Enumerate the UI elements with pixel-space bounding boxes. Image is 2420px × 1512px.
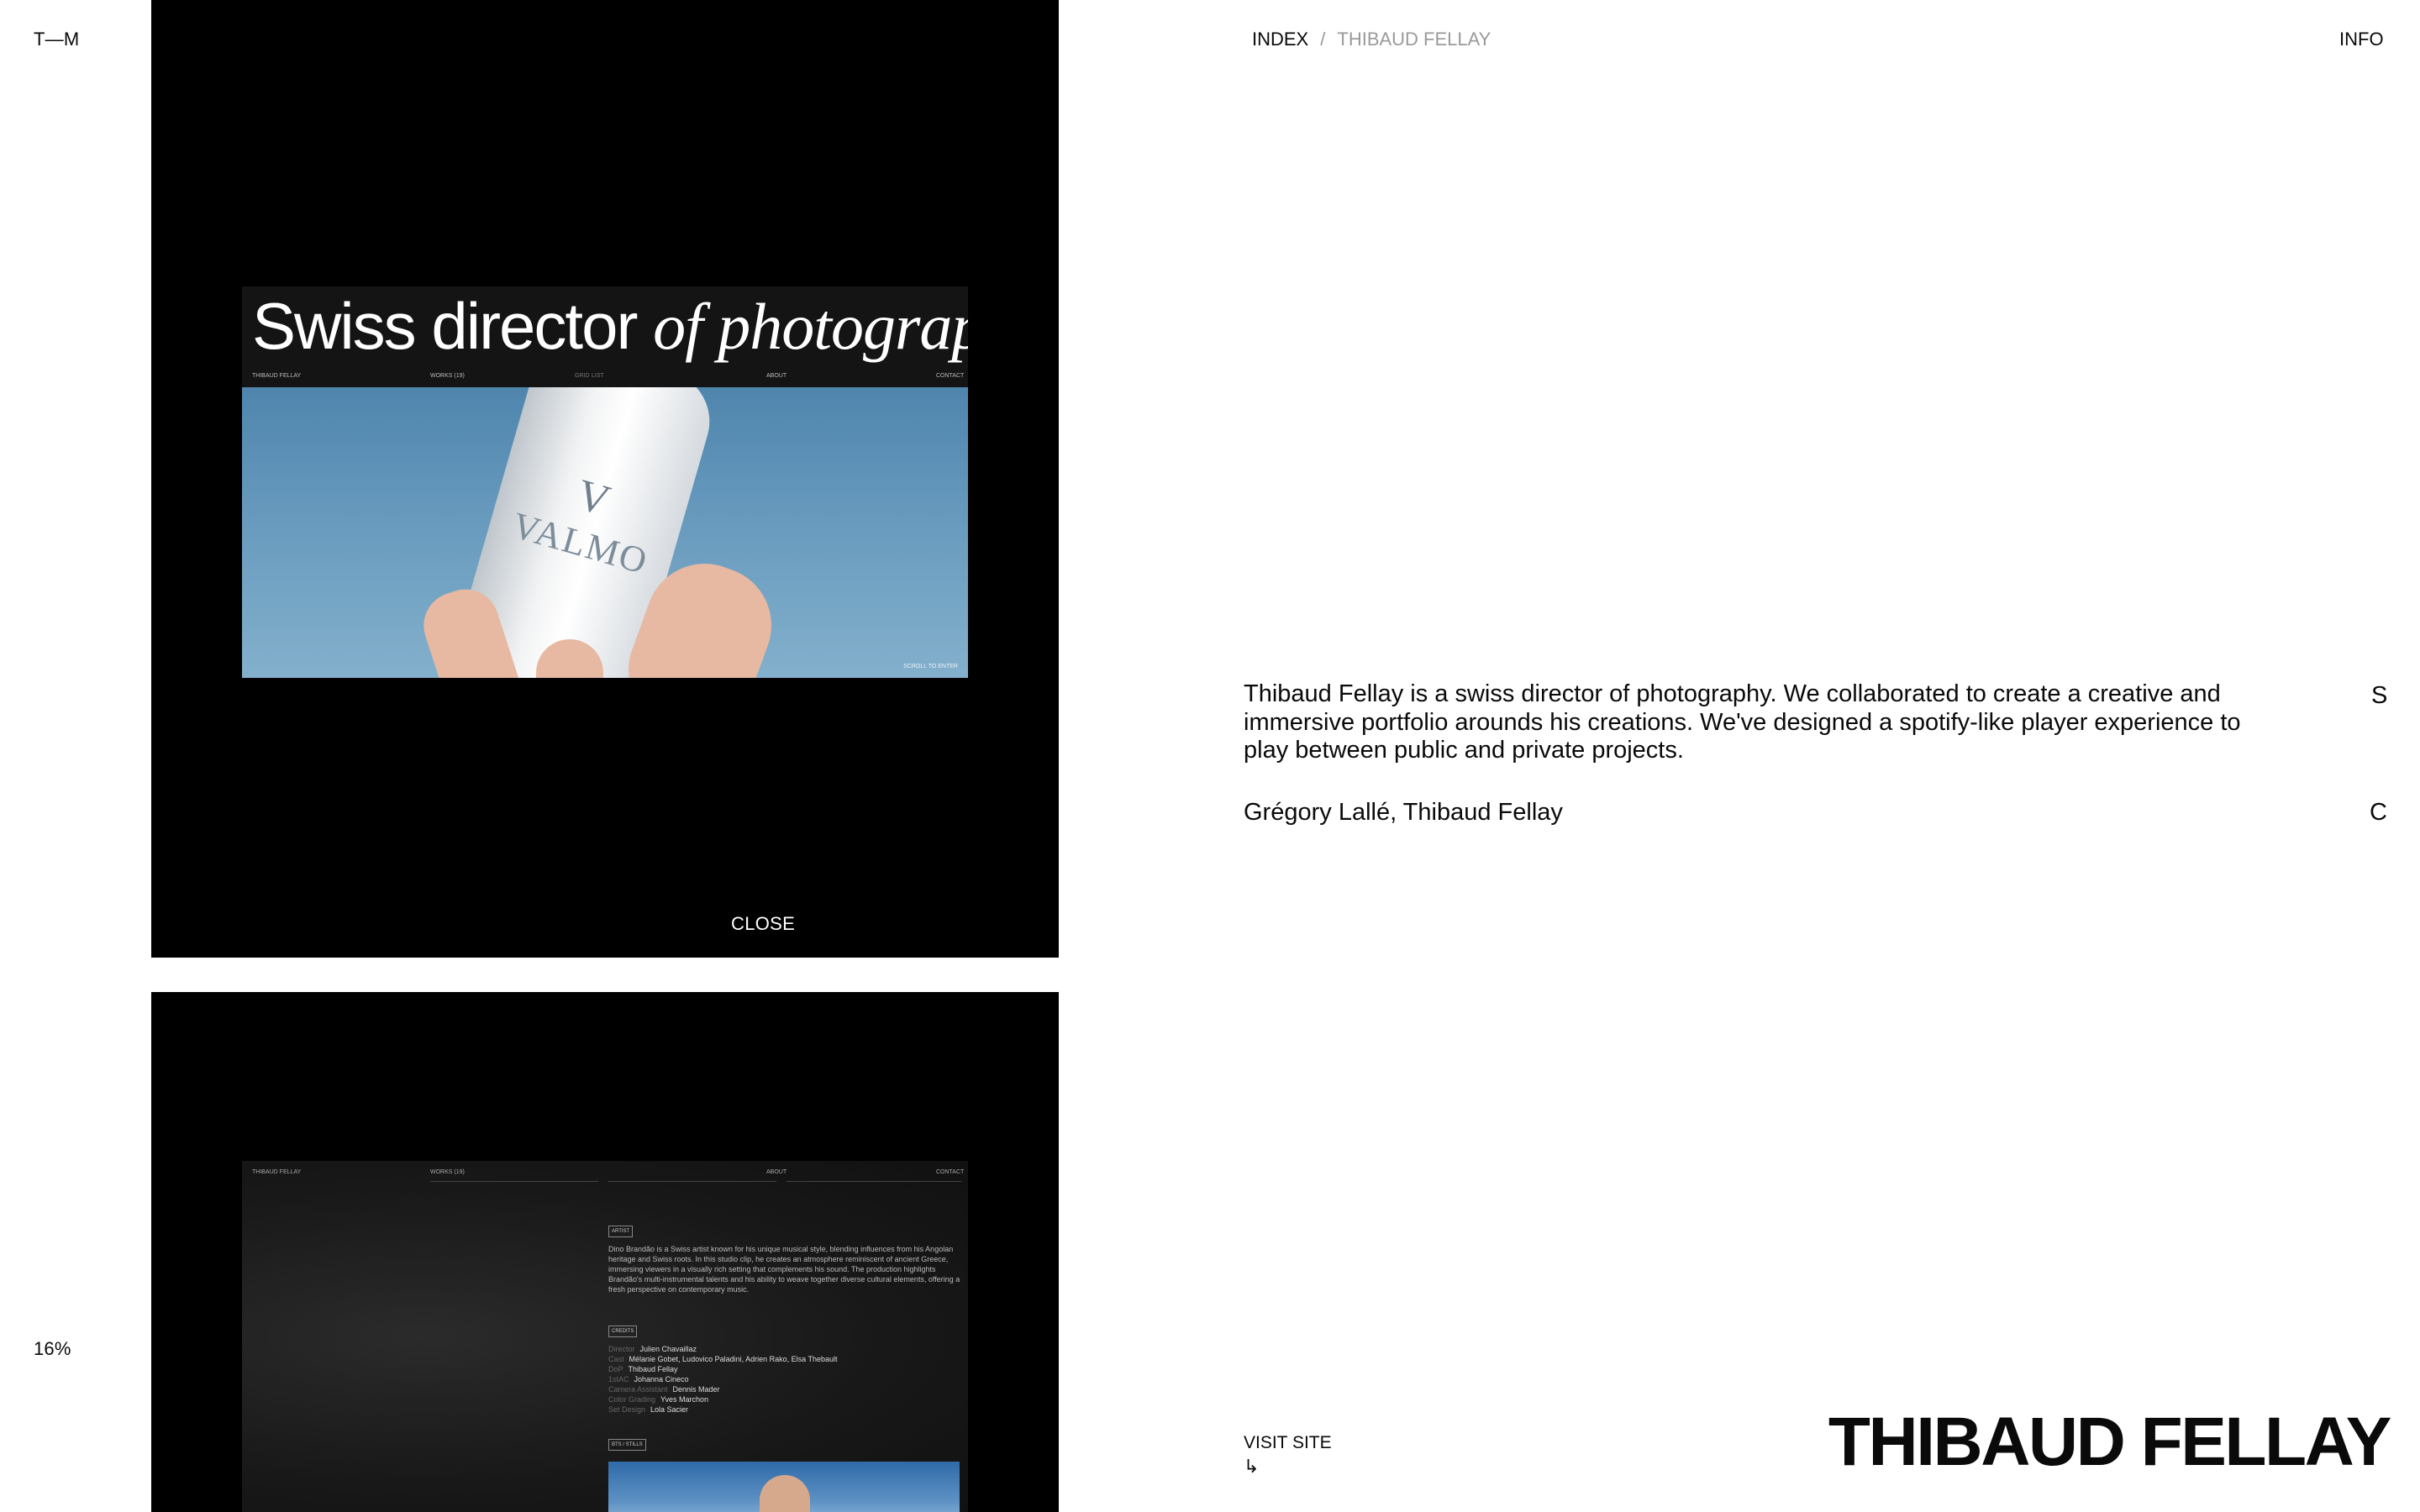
credit-row: DoP Thibaud Fellay — [608, 1365, 678, 1373]
photo-caption: SCROLL TO ENTER — [903, 664, 958, 669]
breadcrumb-current: THIBAUD FELLAY — [1337, 29, 1491, 50]
project-gallery[interactable]: Swiss director of photography THIBAUD FE… — [151, 0, 1059, 1512]
credit-row: Cast Mélanie Gobet, Ludovico Paladini, Ad… — [608, 1355, 838, 1363]
headline-italic: of photography — [653, 290, 968, 363]
close-button[interactable]: CLOSE — [731, 913, 795, 935]
nav-divider — [786, 1181, 961, 1182]
stills-tag: BTS / STILLS — [608, 1439, 646, 1451]
screenshot-headline: Swiss director of photography — [252, 293, 968, 360]
arrow-return-icon: ↳ — [1244, 1456, 1260, 1477]
credit-row: 1stAC Johanna Cineco — [608, 1375, 689, 1383]
nav-divider — [430, 1181, 598, 1182]
stills-photo — [608, 1462, 960, 1512]
brand-logo[interactable]: T—M — [34, 29, 79, 50]
credit-row: Color Grading Yves Marchon — [608, 1395, 709, 1404]
visit-site-label: VISIT SITE — [1244, 1433, 1332, 1452]
section-label-c: C — [2370, 799, 2387, 826]
breadcrumb-index-link[interactable]: INDEX — [1252, 29, 1308, 50]
project-title: THIBAUD FELLAY — [1828, 1404, 2392, 1480]
section-label-s: S — [2371, 682, 2388, 709]
artist-text: Dino Brandão is a Swiss artist known for… — [608, 1245, 960, 1294]
portrait-figure — [760, 1475, 810, 1512]
website-screenshot-home: Swiss director of photography THIBAUD FE… — [242, 286, 968, 678]
gallery-card-project[interactable]: THIBAUD FELLAY WORKS (19) ABOUT CONTACT … — [151, 992, 1059, 1512]
artist-tag: ARTIST — [608, 1226, 634, 1237]
project-credits: Grégory Lallé, Thibaud Fellay — [1244, 799, 1563, 826]
headline-plain: Swiss director — [252, 289, 654, 363]
credit-row: Director Julien Chavaillaz — [608, 1345, 697, 1353]
credits-tag: CREDITS — [608, 1326, 638, 1337]
mini-nav-contact: CONTACT — [936, 1169, 965, 1175]
product-photo: V VALMO SCROLL TO ENTER — [242, 387, 968, 678]
mini-nav-about: ABOUT — [766, 373, 787, 379]
website-screenshot-project: THIBAUD FELLAY WORKS (19) ABOUT CONTACT … — [242, 1161, 968, 1512]
gallery-card-hero[interactable]: Swiss director of photography THIBAUD FE… — [151, 0, 1059, 958]
scroll-progress: 16% — [34, 1338, 71, 1359]
screenshot-mini-nav: THIBAUD FELLAY WORKS (19) GRID LIST ABOU… — [242, 373, 968, 383]
info-link[interactable]: INFO — [2339, 29, 2384, 50]
mini-nav-list: LIST — [592, 373, 604, 379]
mini-nav-contact: CONTACT — [936, 373, 965, 379]
nav-divider — [608, 1181, 776, 1182]
mini-nav-brand: THIBAUD FELLAY — [252, 1169, 302, 1175]
credit-row: Camera Assistant Dennis Mader — [608, 1385, 720, 1394]
mini-nav-works: WORKS (19) — [430, 373, 465, 379]
project-details: ARTIST Dino Brandão is a Swiss artist kn… — [608, 1225, 961, 1457]
mini-nav-grid: GRID — [575, 373, 590, 379]
mini-nav-about: ABOUT — [766, 1169, 787, 1175]
mini-nav-works: WORKS (19) — [430, 1169, 465, 1175]
mini-nav-brand: THIBAUD FELLAY — [252, 373, 302, 379]
project-description: Thibaud Fellay is a swiss director of ph… — [1244, 680, 2241, 764]
visit-site-link[interactable]: VISIT SITE ↳ — [1244, 1431, 1332, 1478]
breadcrumb-separator: / — [1320, 29, 1326, 50]
screenshot-mini-nav-2: THIBAUD FELLAY WORKS (19) ABOUT CONTACT — [242, 1169, 968, 1179]
breadcrumb: INDEX / THIBAUD FELLAY — [1252, 29, 1491, 50]
credit-row: Set Design Lola Sacier — [608, 1405, 689, 1414]
